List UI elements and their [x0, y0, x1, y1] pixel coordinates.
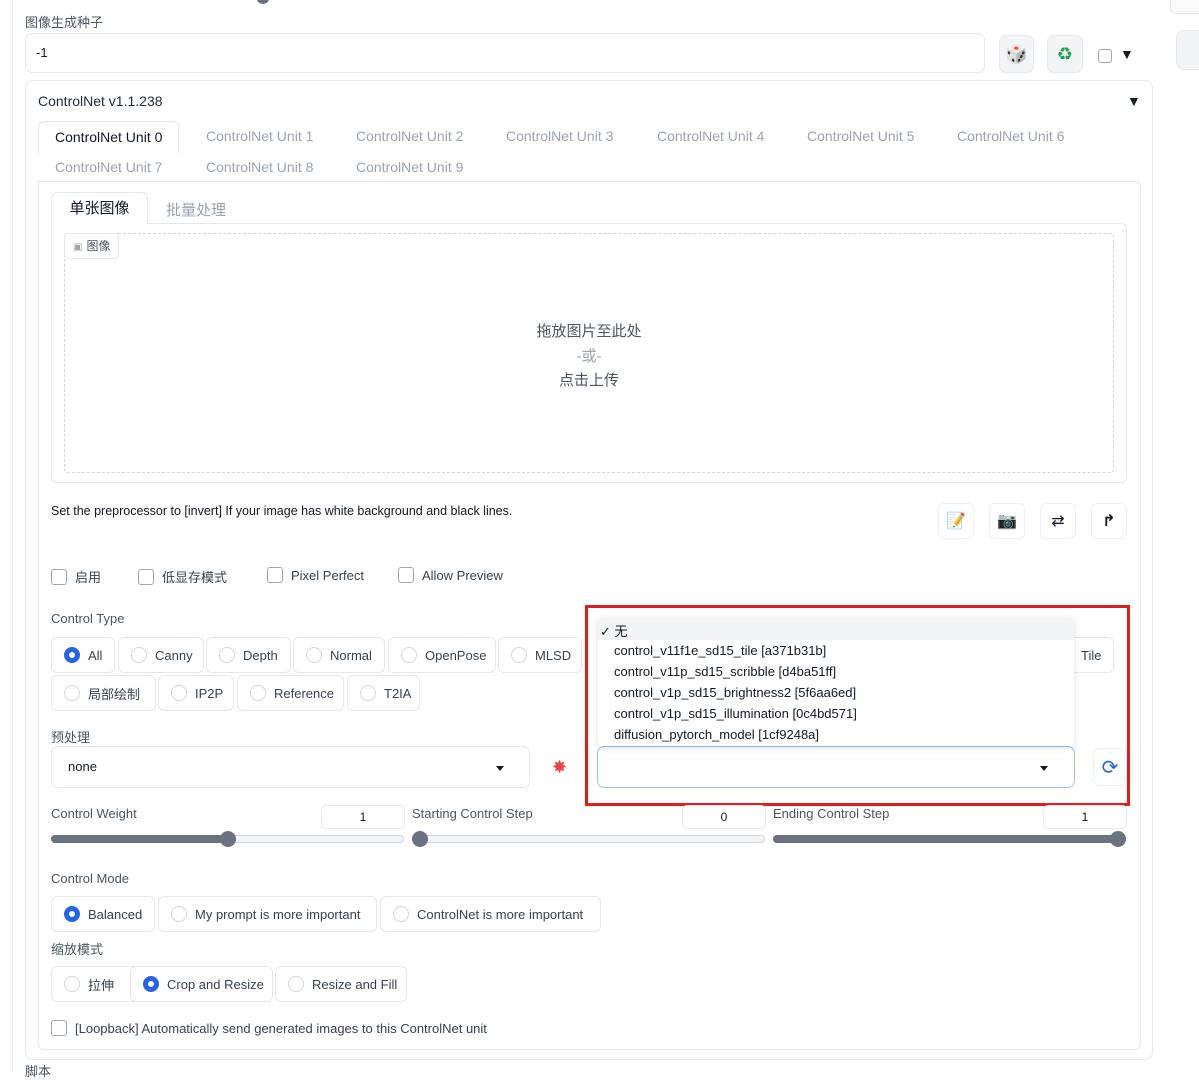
control-type-openpose[interactable]: OpenPose	[388, 637, 496, 673]
upload-arrow-icon: ↱	[1102, 513, 1116, 530]
control-type-normal[interactable]: Normal	[293, 637, 385, 673]
highlight-box	[585, 605, 1130, 806]
tab-unit-1[interactable]: ControlNet Unit 1	[206, 128, 313, 144]
tab-unit-9[interactable]: ControlNet Unit 9	[356, 159, 463, 175]
low-vram-checkbox[interactable]: 低显存模式	[138, 567, 227, 586]
control-type-reference[interactable]: Reference	[237, 675, 344, 711]
weight-slider-fill	[51, 835, 229, 843]
control-type-depth[interactable]: Depth	[206, 637, 291, 673]
camera-button[interactable]: 📷	[989, 503, 1025, 539]
previous-slider-knob[interactable]	[257, 0, 269, 4]
control-type-canny[interactable]: Canny	[118, 637, 204, 673]
start-step-slider-knob[interactable]	[412, 831, 428, 847]
tab-batch[interactable]: 批量处理	[166, 199, 226, 220]
image-icon: ▣	[73, 242, 83, 253]
drop-text-1: 拖放图片至此处	[536, 323, 642, 340]
end-step-label: Ending Control Step	[773, 806, 890, 821]
right-panel-button[interactable]	[1176, 30, 1199, 70]
drop-text-or: -或-	[576, 348, 602, 365]
extra-seed-toggle[interactable]: ▼	[1120, 46, 1134, 62]
weight-input[interactable]: 1	[321, 805, 405, 829]
extra-seed-checkbox[interactable]	[1098, 49, 1112, 63]
run-preprocessor-icon[interactable]: ✸	[552, 757, 567, 778]
camera-icon: 📷	[997, 513, 1017, 530]
enable-checkbox[interactable]: 启用	[51, 567, 101, 586]
seed-input[interactable]: -1	[25, 33, 985, 73]
left-border	[12, 0, 13, 1072]
preprocessor-select[interactable]: none	[51, 746, 530, 788]
weight-slider-knob[interactable]	[220, 831, 236, 847]
chevron-down-icon	[496, 766, 504, 771]
control-type-mlsd[interactable]: MLSD	[498, 637, 582, 673]
control-mode-balanced[interactable]: Balanced	[51, 896, 155, 932]
tab-unit-4[interactable]: ControlNet Unit 4	[657, 128, 764, 144]
pixel-perfect-checkbox[interactable]: Pixel Perfect	[267, 567, 364, 583]
edit-icon: 📝	[946, 513, 966, 530]
end-step-slider-fill	[773, 835, 1126, 843]
edit-button[interactable]: 📝	[938, 503, 974, 539]
control-type-label: Control Type	[51, 611, 125, 626]
resize-mode-fill[interactable]: Resize and Fill	[275, 966, 407, 1002]
script-label: 脚本	[25, 1064, 52, 1079]
resize-mode-label: 缩放模式	[51, 942, 104, 957]
control-mode-controlnet[interactable]: ControlNet is more important	[380, 896, 601, 932]
control-type-inpaint[interactable]: 局部绘制	[51, 675, 156, 711]
weight-label: Control Weight	[51, 806, 137, 821]
resize-mode-crop[interactable]: Crop and Resize	[130, 966, 273, 1002]
invert-hint: Set the preprocessor to [invert] If your…	[51, 504, 513, 518]
allow-preview-checkbox[interactable]: Allow Preview	[398, 567, 503, 583]
upload-button[interactable]: ↱	[1091, 503, 1127, 539]
tab-unit-8[interactable]: ControlNet Unit 8	[206, 159, 313, 175]
controlnet-title[interactable]: ControlNet v1.1.238	[38, 93, 163, 109]
tab-single-image[interactable]: 单张图像	[51, 192, 148, 224]
tab-unit-3[interactable]: ControlNet Unit 3	[506, 128, 613, 144]
control-mode-label: Control Mode	[51, 871, 130, 886]
control-type-ip2p[interactable]: IP2P	[158, 675, 234, 711]
tab-unit-0[interactable]: ControlNet Unit 0	[38, 121, 180, 153]
loopback-checkbox[interactable]: [Loopback] Automatically send generated …	[51, 1020, 487, 1036]
control-mode-prompt[interactable]: My prompt is more important	[158, 896, 377, 932]
preprocessor-label: 预处理	[51, 730, 91, 745]
controlnet-collapse-icon[interactable]: ▼	[1127, 93, 1141, 109]
tab-unit-6[interactable]: ControlNet Unit 6	[957, 128, 1064, 144]
reuse-seed-button[interactable]: ♻	[1047, 35, 1083, 73]
recycle-icon: ♻	[1056, 43, 1074, 64]
seed-label: 图像生成种子	[25, 15, 104, 30]
tab-unit-5[interactable]: ControlNet Unit 5	[807, 128, 914, 144]
image-label: ▣ 图像	[64, 233, 120, 259]
dice-icon: 🎲	[1005, 43, 1028, 64]
random-seed-button[interactable]: 🎲	[999, 35, 1034, 73]
control-type-all[interactable]: All	[51, 637, 115, 673]
swap-icon: ⇄	[1051, 513, 1065, 530]
end-step-input[interactable]: 1	[1043, 805, 1127, 829]
start-step-input[interactable]: 0	[682, 805, 766, 829]
right-panel-edge	[1170, 0, 1199, 14]
end-step-slider-knob[interactable]	[1110, 831, 1126, 847]
start-step-slider-track[interactable]	[412, 835, 765, 843]
control-type-t2ia[interactable]: T2IA	[347, 675, 420, 711]
drop-text-click: 点击上传	[558, 372, 619, 389]
tab-unit-7[interactable]: ControlNet Unit 7	[55, 159, 162, 175]
swap-button[interactable]: ⇄	[1040, 503, 1076, 539]
start-step-label: Starting Control Step	[412, 806, 533, 821]
tab-unit-2[interactable]: ControlNet Unit 2	[356, 128, 463, 144]
